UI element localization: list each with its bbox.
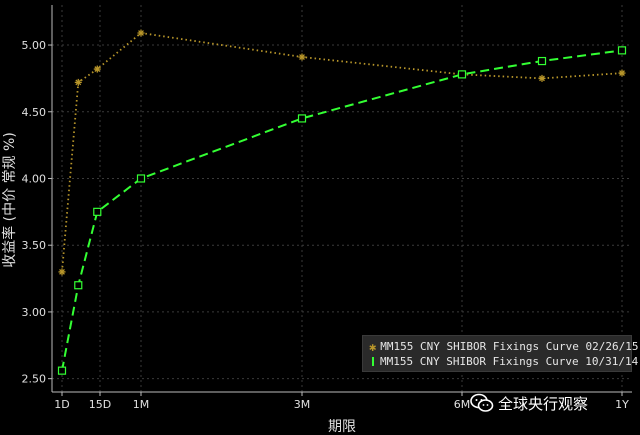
star-marker-icon: ✱ [369,339,377,354]
data-point [537,56,547,66]
data-point [617,46,627,55]
y-tick-label: 3.50 [22,239,47,252]
data-point [618,69,626,77]
legend-label: MM155 CNY SHIBOR Fixings Curve 10/31/14 [380,355,639,368]
square-marker-icon [372,357,374,366]
x-tick-label: 15D [89,398,111,411]
y-tick-label: 5.00 [22,39,47,52]
y-tick-label: 2.50 [22,373,47,386]
data-point [57,366,67,375]
legend-label: MM155 CNY SHIBOR Fixings Curve 02/26/15 [380,340,639,353]
wechat-icon [470,393,494,412]
data-point [457,70,467,79]
y-tick-label: 3.00 [22,306,47,319]
watermark-text: 全球央行观察 [498,394,589,413]
x-tick-label: 6M [454,398,471,411]
x-tick-label: 1D [54,398,69,411]
data-point [538,74,546,82]
x-axis-label: 期限 [328,419,356,435]
data-point [93,207,102,216]
x-tick-label: 1M [133,398,150,411]
data-point [297,114,307,123]
data-point [298,53,306,61]
y-axis-label: 收益率 (中价 常规 %) [1,132,18,268]
watermark: 全球央行观察 [470,390,588,416]
chart-legend: ✱ MM155 CNY SHIBOR Fixings Curve 02/26/1… [362,335,639,372]
y-tick-label: 4.00 [22,172,47,185]
data-point [74,78,82,86]
y-tick-label: 4.50 [22,106,47,119]
x-tick-label: 3M [294,398,311,411]
data-point [74,281,83,290]
legend-item-1031: MM155 CNY SHIBOR Fixings Curve 10/31/14 [369,354,638,369]
data-point [93,65,101,73]
legend-item-0226: ✱ MM155 CNY SHIBOR Fixings Curve 02/26/1… [369,339,639,354]
data-point [136,174,146,183]
x-tick-label: 1Y [615,398,629,411]
